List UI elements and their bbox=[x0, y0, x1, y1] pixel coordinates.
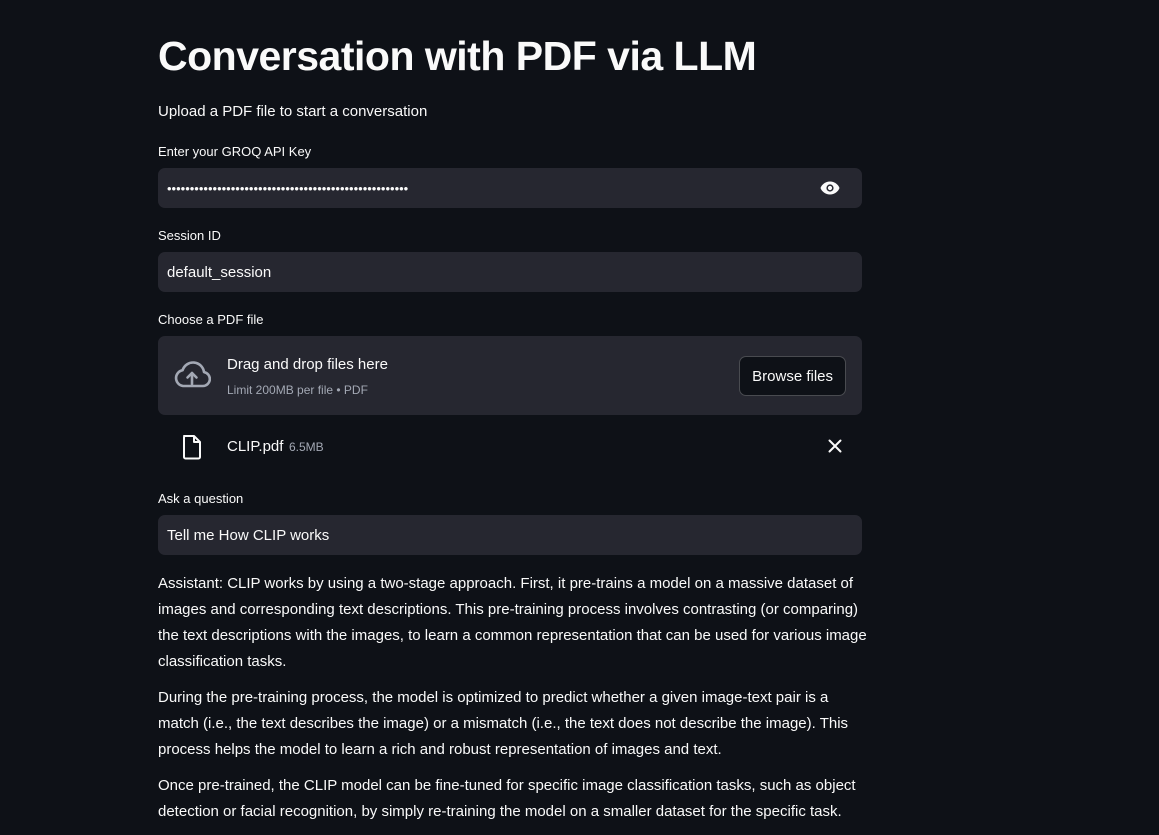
uploaded-file-row: CLIP.pdf 6.5MB bbox=[158, 427, 862, 467]
file-icon bbox=[180, 434, 204, 460]
question-label: Ask a question bbox=[158, 491, 244, 506]
response-paragraph: During the pre-training process, the mod… bbox=[158, 689, 849, 758]
uploaded-file-name: CLIP.pdf bbox=[227, 438, 284, 455]
file-dropzone[interactable]: Drag and drop files here Limit 200MB per… bbox=[158, 336, 862, 415]
page-title: Conversation with PDF via LLM bbox=[158, 33, 757, 79]
dropzone-instructions: Drag and drop files here bbox=[227, 356, 388, 373]
question-input[interactable]: Tell me How CLIP works bbox=[158, 515, 862, 555]
cloud-upload-icon bbox=[173, 360, 212, 390]
session-id-field[interactable]: default_session bbox=[158, 252, 862, 292]
session-id-value[interactable]: default_session bbox=[167, 264, 853, 281]
api-key-value[interactable]: ••••••••••••••••••••••••••••••••••••••••… bbox=[167, 181, 853, 196]
api-key-label: Enter your GROQ API Key bbox=[158, 144, 312, 159]
response-paragraph: Assistant: CLIP works by using a two-sta… bbox=[158, 575, 867, 670]
eye-icon[interactable] bbox=[820, 178, 840, 198]
close-icon[interactable] bbox=[826, 437, 844, 455]
browse-files-button[interactable]: Browse files bbox=[739, 356, 846, 396]
assistant-response: Assistant: CLIP works by using a two-sta… bbox=[158, 571, 868, 835]
session-id-label: Session ID bbox=[158, 228, 221, 243]
file-uploader-label: Choose a PDF file bbox=[158, 312, 264, 327]
dropzone-limit-text: Limit 200MB per file • PDF bbox=[227, 383, 368, 397]
question-value[interactable]: Tell me How CLIP works bbox=[167, 527, 853, 544]
response-paragraph: Once pre-trained, the CLIP model can be … bbox=[158, 777, 856, 820]
uploaded-file-size: 6.5MB bbox=[289, 440, 324, 454]
page-subtitle: Upload a PDF file to start a conversatio… bbox=[158, 103, 428, 120]
api-key-field[interactable]: ••••••••••••••••••••••••••••••••••••••••… bbox=[158, 168, 862, 208]
